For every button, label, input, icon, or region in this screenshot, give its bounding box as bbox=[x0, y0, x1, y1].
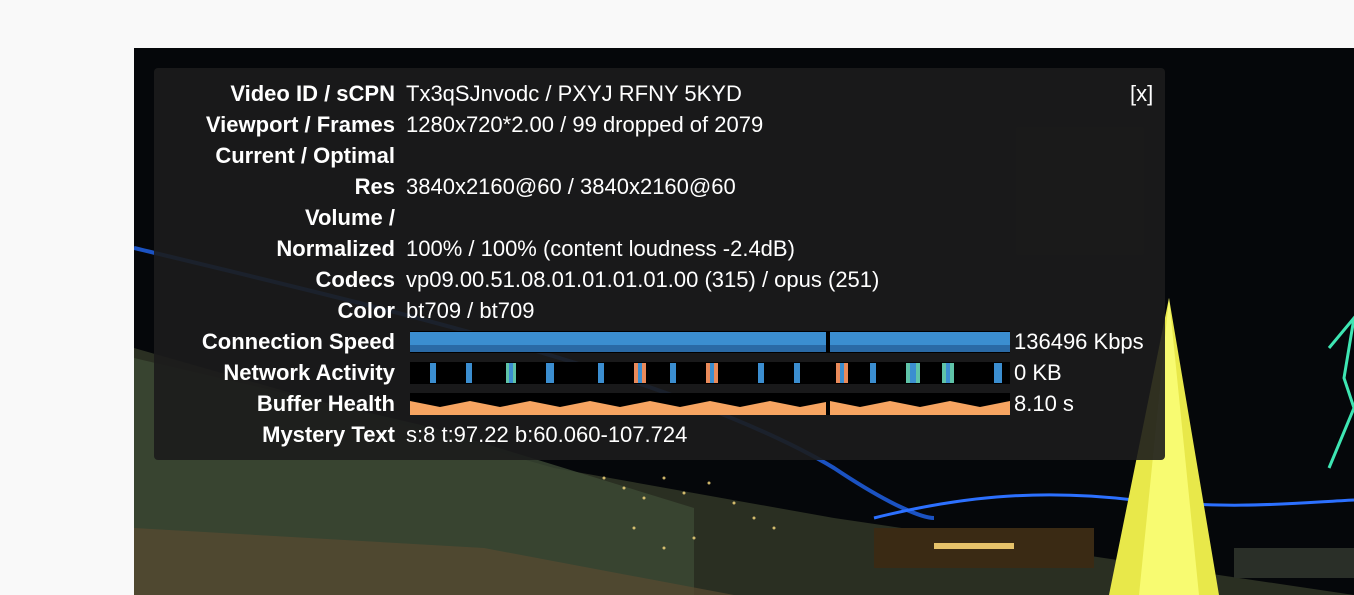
stats-label: Volume / bbox=[304, 205, 395, 230]
stats-label: Mystery Text bbox=[262, 422, 395, 447]
stats-row-normalized: Normalized 100% / 100% (content loudness… bbox=[154, 233, 1165, 264]
stats-row-res: Res 3840x2160@60 / 3840x2160@60 bbox=[154, 171, 1165, 202]
network-activity-value: 0 KB bbox=[1014, 360, 1062, 385]
connection-speed-graph bbox=[410, 331, 1010, 353]
stats-row-mystery-text: Mystery Text s:8 t:97.22 b:60.060-107.72… bbox=[154, 419, 1165, 450]
buffer-health-graph bbox=[410, 393, 1010, 415]
stats-value: s:8 t:97.22 b:60.060-107.724 bbox=[406, 422, 688, 447]
stats-row-network-activity: Network Activity 0 KB bbox=[154, 357, 1165, 388]
stats-value: 3840x2160@60 / 3840x2160@60 bbox=[406, 174, 736, 199]
stats-label: Buffer Health bbox=[256, 391, 395, 416]
stats-label: Video ID / sCPN bbox=[230, 81, 395, 106]
stats-label: Color bbox=[337, 298, 395, 323]
stats-row-color: Color bt709 / bt709 bbox=[154, 295, 1165, 326]
stats-row-volume: Volume / bbox=[154, 202, 1165, 233]
stats-label: Codecs bbox=[315, 267, 395, 292]
stats-for-nerds-panel: [x] Video ID / sCPN Tx3qSJnvodc / PXYJ R… bbox=[154, 68, 1165, 460]
stats-label: Normalized bbox=[276, 236, 395, 261]
stats-row-video-id: Video ID / sCPN Tx3qSJnvodc / PXYJ RFNY … bbox=[154, 78, 1165, 109]
stats-value: 1280x720*2.00 / 99 dropped of 2079 bbox=[406, 112, 764, 137]
stats-value: Tx3qSJnvodc / PXYJ RFNY 5KYD bbox=[406, 81, 742, 106]
stats-value: bt709 / bt709 bbox=[406, 298, 535, 323]
stats-value: vp09.00.51.08.01.01.01.01.00 (315) / opu… bbox=[406, 267, 880, 292]
stats-label: Res bbox=[354, 174, 395, 199]
stats-row-connection-speed: Connection Speed 136496 Kbps bbox=[154, 326, 1165, 357]
stats-row-current-optimal: Current / Optimal bbox=[154, 140, 1165, 171]
stats-label: Connection Speed bbox=[201, 329, 395, 354]
stats-label: Current / Optimal bbox=[215, 143, 395, 168]
stats-row-viewport: Viewport / Frames 1280x720*2.00 / 99 dro… bbox=[154, 109, 1165, 140]
stats-label: Viewport / Frames bbox=[205, 112, 395, 137]
stats-row-codecs: Codecs vp09.00.51.08.01.01.01.01.00 (315… bbox=[154, 264, 1165, 295]
connection-speed-value: 136496 Kbps bbox=[1014, 329, 1144, 354]
buffer-health-value: 8.10 s bbox=[1014, 391, 1074, 416]
stats-label: Network Activity bbox=[223, 360, 395, 385]
stats-value: 100% / 100% (content loudness -2.4dB) bbox=[406, 236, 795, 261]
network-activity-graph bbox=[410, 362, 1010, 384]
stats-row-buffer-health: Buffer Health 8.10 s bbox=[154, 388, 1165, 419]
